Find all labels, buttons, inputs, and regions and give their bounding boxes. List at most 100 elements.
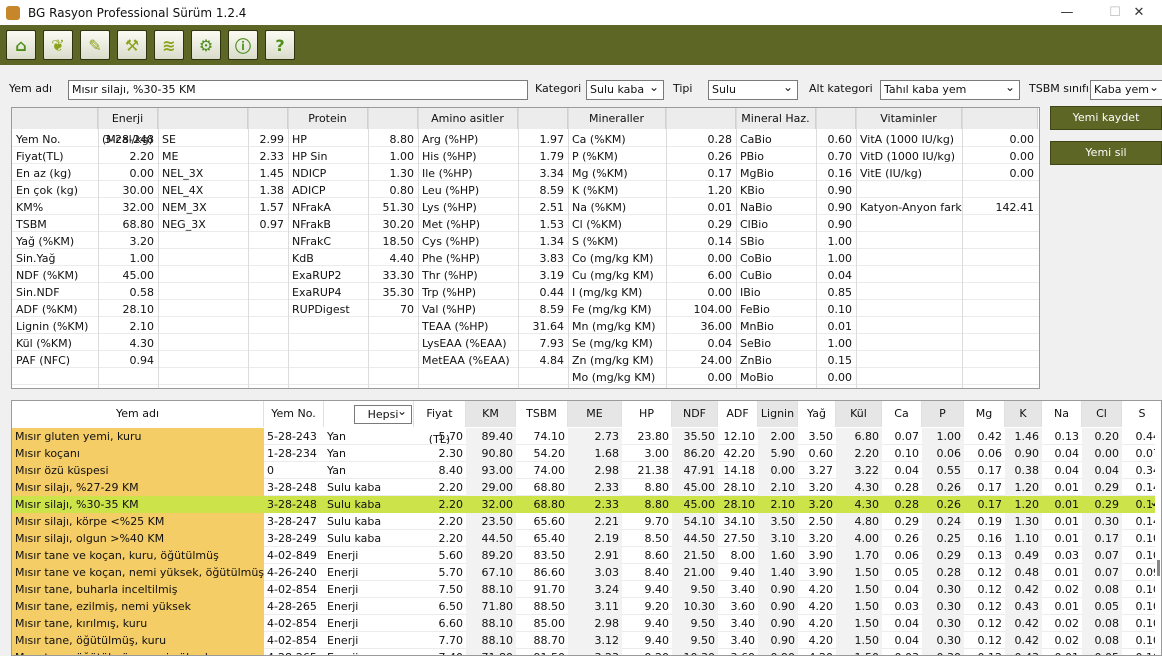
table-row[interactable]: Mısır tane, ezilmiş, nemi yüksek 4-28-265… xyxy=(12,598,1161,615)
minimize-button[interactable]: — xyxy=(1044,0,1090,25)
cell-km: 71.80 xyxy=(466,598,516,615)
field-value-availability: 0.01 xyxy=(827,320,853,333)
cell-km: 23.50 xyxy=(466,513,516,530)
save-feed-button[interactable]: Yemi kaydet xyxy=(1050,106,1162,130)
field-label-minerals: P (%KM) xyxy=(572,150,618,163)
cell-hp: 8.40 xyxy=(644,566,670,579)
cell-yem-ad-: Mısır silajı, olgun >%40 KM xyxy=(12,530,264,547)
toolbar-button-info[interactable]: ⓘ xyxy=(228,30,258,60)
column-header-0[interactable]: Yem adı xyxy=(12,401,264,427)
table-row[interactable]: Mısır tane, öğütülmüş, kuru 4-02-854 Enerj… xyxy=(12,632,1161,649)
table-row[interactable]: Mısır silajı, olgun >%40 KM 3-28-249 Sulu … xyxy=(12,530,1161,547)
cell-yem-ad-: Mısır tane, öğütülmüş, nemi yüksek xyxy=(12,649,264,655)
toolbar-button-settings[interactable]: ⚙ xyxy=(191,30,221,60)
column-header-13[interactable]: Ca xyxy=(882,401,922,427)
column-header-11[interactable]: Yağ xyxy=(798,401,836,427)
cell-lignin: 2.10 xyxy=(758,479,798,496)
column-header-18[interactable]: Cl xyxy=(1082,401,1122,427)
column-header-4[interactable]: KM xyxy=(466,401,516,427)
filter-select[interactable]: Hepsi xyxy=(354,405,412,424)
feed-icon: ❦ xyxy=(51,35,65,55)
category-select[interactable]: Sulu kaba xyxy=(586,80,664,100)
toolbar-button-home[interactable]: ⌂ xyxy=(6,30,36,60)
column-header-8[interactable]: NDF xyxy=(672,401,718,427)
tsbm-select[interactable]: Kaba yem xyxy=(1090,80,1162,100)
cell-fiyat-tl-: 8.40 xyxy=(438,464,464,477)
field-value-amino: 2.51 xyxy=(539,201,565,214)
cell-tsbm: 91.70 xyxy=(533,583,566,596)
table-row[interactable]: Mısır silajı, %27-29 KM 3-28-248 Sulu kaba… xyxy=(12,479,1161,496)
table-row[interactable]: Mısır koçanı 1-28-234 Yan 2.30 90.80 54.20 1.6… xyxy=(12,445,1161,462)
cell-yem-ad-: Mısır özü küspesi xyxy=(12,462,264,479)
field-value-general: 1.00 xyxy=(129,252,155,265)
column-header-10[interactable]: Lignin xyxy=(758,401,798,427)
table-row[interactable]: Mısır tane ve koçan, kuru, öğütülmüş 4-02… xyxy=(12,547,1161,564)
column-header-14[interactable]: P xyxy=(922,401,964,427)
cell-tsbm: 88.50 xyxy=(533,600,566,613)
column-header-5[interactable]: TSBM xyxy=(516,401,568,427)
toolbar-button-tools[interactable]: ⚒ xyxy=(117,30,147,60)
scrollbar-thumb[interactable] xyxy=(1157,560,1160,576)
toolbar-button-grain[interactable]: ≋ xyxy=(154,30,184,60)
field-value-availability: 1.00 xyxy=(827,235,853,248)
field-value-energy: 1.38 xyxy=(259,184,285,197)
cell-mg: 0.12 xyxy=(977,634,1003,647)
table-row[interactable]: Mısır gluten yemi, kuru 5-28-243 Yan 5.70 89… xyxy=(12,428,1161,445)
cell-adf: 12.10 xyxy=(723,430,756,443)
table-row[interactable]: Mısır silajı, %30-35 KM 3-28-248 Sulu kaba… xyxy=(12,495,1161,513)
field-value-minerals: 0.00 xyxy=(707,371,733,384)
cell-cl: 0.08 xyxy=(1082,632,1122,649)
cell-km: 89.20 xyxy=(466,547,516,564)
column-header-15[interactable]: Mg xyxy=(964,401,1005,427)
cell-mg: 0.17 xyxy=(977,464,1003,477)
column-header-6[interactable]: ME xyxy=(568,401,622,427)
field-value-protein: 30.20 xyxy=(382,218,415,231)
subcategory-select[interactable]: Tahıl kaba yem xyxy=(880,80,1020,100)
field-label-availability: MgBio xyxy=(740,167,774,180)
table-row[interactable]: Mısır tane, kırılmış, kuru 4-02-854 Enerji… xyxy=(12,615,1161,632)
field-label-minerals: Co (mg/kg KM) xyxy=(572,252,654,265)
column-header-16[interactable]: K xyxy=(1005,401,1042,427)
column-header-9[interactable]: ADF xyxy=(718,401,758,427)
toolbar-button-ration[interactable]: ✎ xyxy=(80,30,110,60)
name-input[interactable]: Mısır silajı, %30-35 KM xyxy=(68,80,528,100)
column-header-17[interactable]: Na xyxy=(1042,401,1082,427)
vertical-scrollbar[interactable] xyxy=(1155,428,1161,655)
cell-ya-: 0.60 xyxy=(808,447,834,460)
table-header: Yem adıYem No.HepsiFiyat (TL)KMTSBMMEHPN… xyxy=(12,401,1161,446)
cell-me: 2.33 xyxy=(568,479,622,496)
window-title: BG Rasyon Professional Sürüm 1.2.4 xyxy=(28,5,247,20)
cell-yem-no-: 4-02-854 xyxy=(267,634,317,647)
cell-km: 67.10 xyxy=(466,564,516,581)
delete-feed-button[interactable]: Yemi sil xyxy=(1050,141,1162,165)
toolbar-button-help[interactable]: ? xyxy=(265,30,295,60)
table-row[interactable]: Mısır tane, öğütülmüş, nemi yüksek4-28-2… xyxy=(12,649,1161,655)
field-label-availability: MoBio xyxy=(740,371,774,384)
cell-ca: 0.03 xyxy=(894,600,920,613)
cell-adf: 3.40 xyxy=(730,583,756,596)
field-value-amino: 1.97 xyxy=(539,133,565,146)
ration-icon: ✎ xyxy=(88,35,102,55)
table-row[interactable]: Mısır silajı, körpe <%25 KM 3-28-247 Sulu … xyxy=(12,513,1161,530)
column-header-12[interactable]: Kül xyxy=(836,401,882,427)
column-header-3[interactable]: Fiyat (TL) xyxy=(414,401,466,446)
field-label-amino: Lys (%HP) xyxy=(422,201,477,214)
column-header-1[interactable]: Yem No. xyxy=(264,401,324,427)
cell-na: 0.04 xyxy=(1054,447,1080,460)
type-select[interactable]: Sulu xyxy=(708,80,798,100)
table-row[interactable]: Mısır özü küspesi 0 Yan 8.40 93.00 74.00 2.98 2… xyxy=(12,462,1161,479)
column-header-7[interactable]: HP xyxy=(622,401,672,427)
close-button[interactable]: ✕ xyxy=(1116,0,1162,25)
column-header-19[interactable]: S xyxy=(1122,401,1161,427)
cell-type: Sulu kaba xyxy=(327,515,382,528)
filter-select-cell[interactable]: Hepsi xyxy=(324,401,414,427)
field-value-energy: 0.97 xyxy=(259,218,285,231)
cell-yem-no-: 1-28-234 xyxy=(267,447,317,460)
cell-cl: 0.29 xyxy=(1082,479,1122,496)
field-label-general: Kül (%KM) xyxy=(16,337,72,350)
table-row[interactable]: Mısır tane, buharla inceltilmiş 4-02-854 E… xyxy=(12,581,1161,598)
cell-tsbm: 74.10 xyxy=(533,430,566,443)
cell-cl: 0.04 xyxy=(1082,462,1122,479)
toolbar-button-feed[interactable]: ❦ xyxy=(43,30,73,60)
table-row[interactable]: Mısır tane ve koçan, nemi yüksek, öğütül… xyxy=(12,564,1161,581)
